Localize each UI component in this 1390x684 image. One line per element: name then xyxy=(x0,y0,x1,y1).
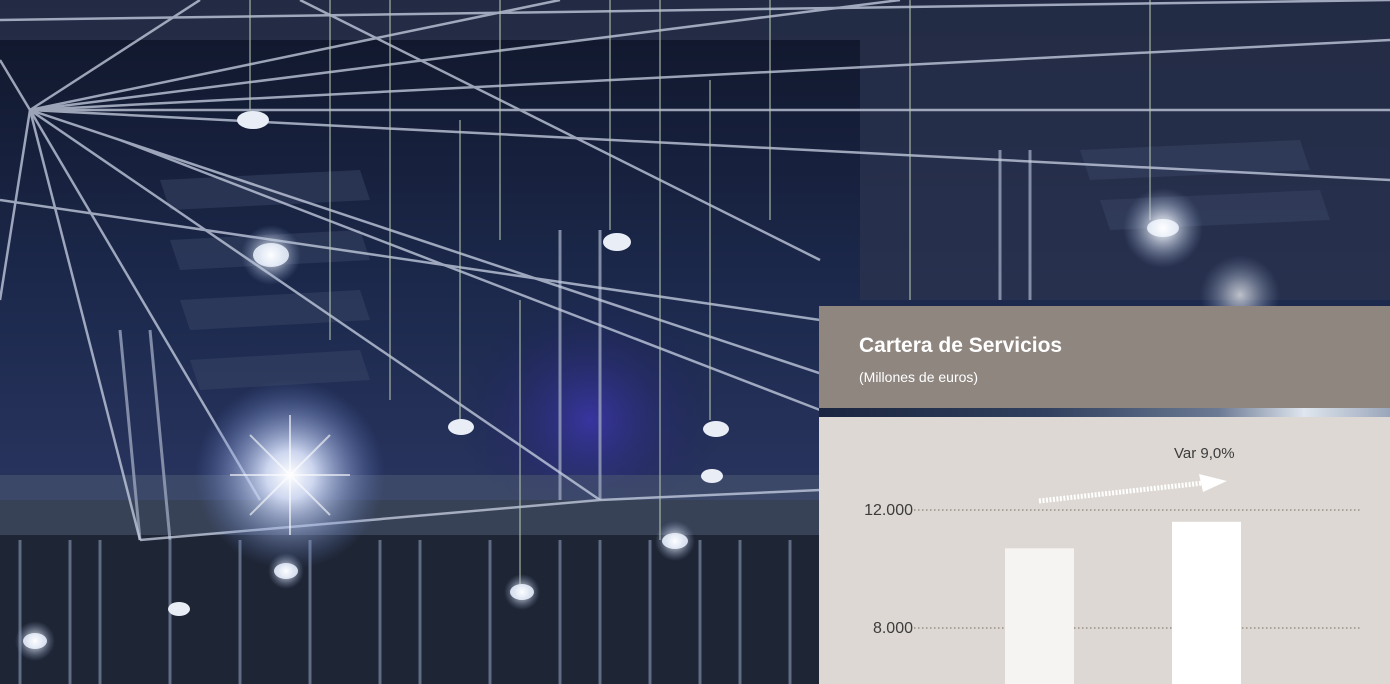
chart-panel: 12.000 8.000 Var 9,0% xyxy=(819,417,1390,684)
chart-header-panel: Cartera de Servicios (Millones de euros) xyxy=(819,306,1390,408)
y-tick-label: 12.000 xyxy=(864,502,913,519)
variation-arrow-icon xyxy=(1038,474,1227,504)
y-tick-label: 8.000 xyxy=(873,620,913,637)
bar xyxy=(1172,521,1241,684)
chart-subtitle: (Millones de euros) xyxy=(859,369,979,385)
bar-chart: 12.000 8.000 Var 9,0% xyxy=(864,445,1360,684)
bar xyxy=(1005,548,1074,684)
header-divider-strip xyxy=(819,408,1390,417)
variation-label: Var 9,0% xyxy=(1174,445,1235,462)
chart-title: Cartera de Servicios xyxy=(859,334,1063,357)
